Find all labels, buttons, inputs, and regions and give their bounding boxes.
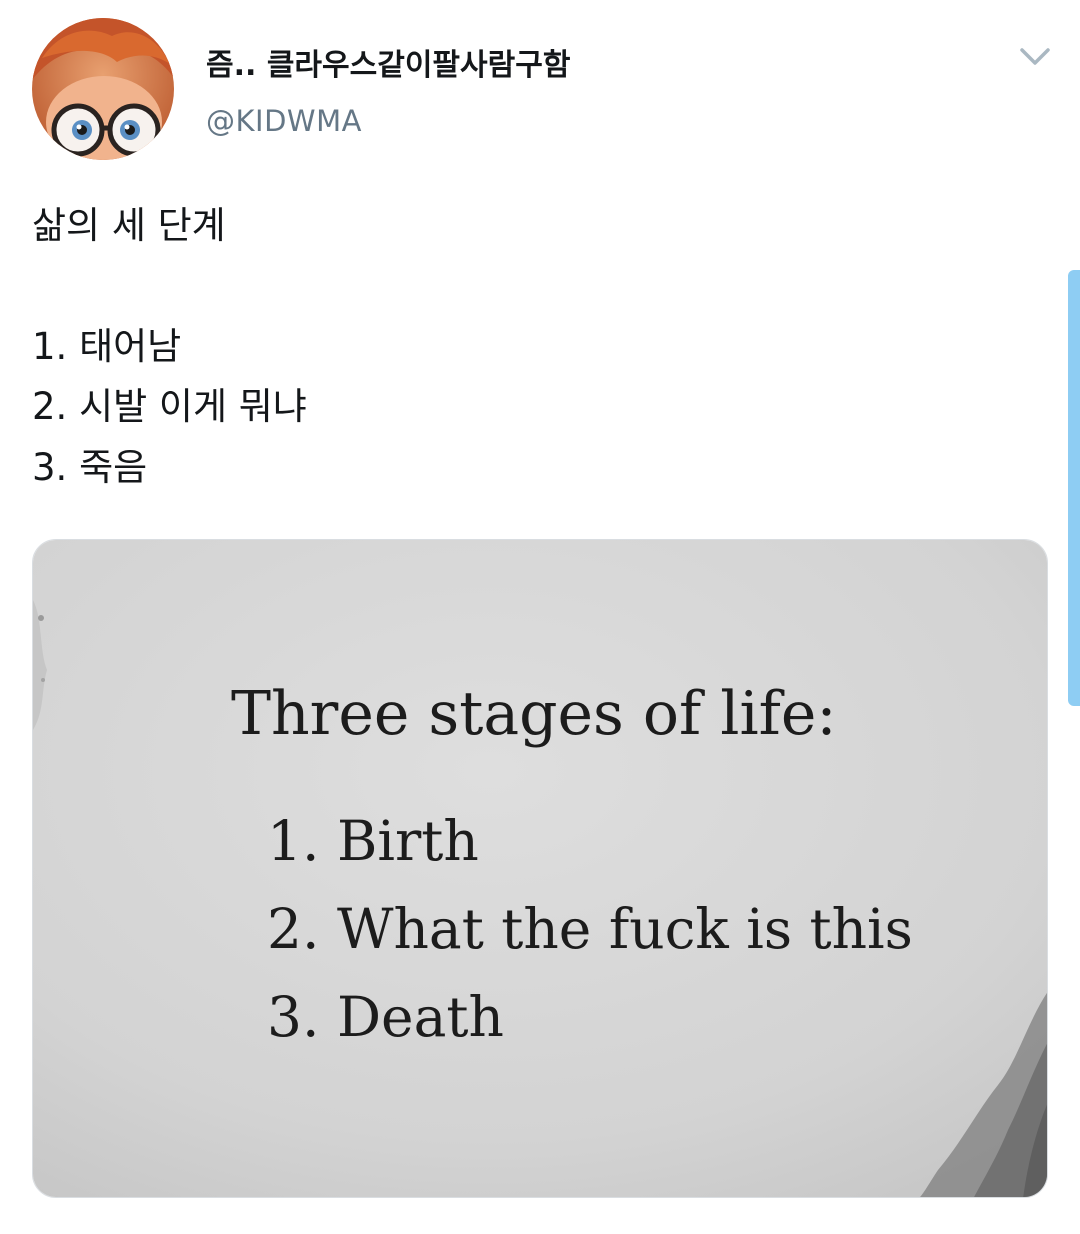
scrollbar-thumb[interactable] (1068, 270, 1080, 706)
user-handle[interactable]: @KIDWMA (206, 104, 362, 138)
image-list-item: 3. Death (267, 985, 504, 1049)
tweet-media-image[interactable]: Three stages of life: 1. Birth 2. What t… (32, 539, 1048, 1198)
tweet-text-line: 2. 시발 이게 뭐냐 (32, 385, 307, 428)
cartoon-avatar-icon (32, 18, 174, 160)
user-display-name[interactable]: 즘.. 클라우스같이팔사람구함 (206, 40, 570, 84)
paper-texture-background (33, 540, 1047, 1197)
tweet-text-line: 3. 죽음 (32, 446, 148, 489)
image-list-item: 2. What the fuck is this (267, 897, 913, 961)
tweet-card: 즘.. 클라우스같이팔사람구함 @KIDWMA 삶의 세 단계 1. 태어남 2… (0, 0, 1080, 1234)
tweet-text-line: 1. 태어남 (32, 325, 182, 368)
user-avatar[interactable] (32, 18, 174, 160)
chevron-down-icon[interactable] (1018, 42, 1052, 72)
image-list-item: 1. Birth (267, 809, 479, 873)
image-heading: Three stages of life: (231, 679, 837, 749)
tweet-text-title: 삶의 세 단계 (32, 204, 226, 247)
